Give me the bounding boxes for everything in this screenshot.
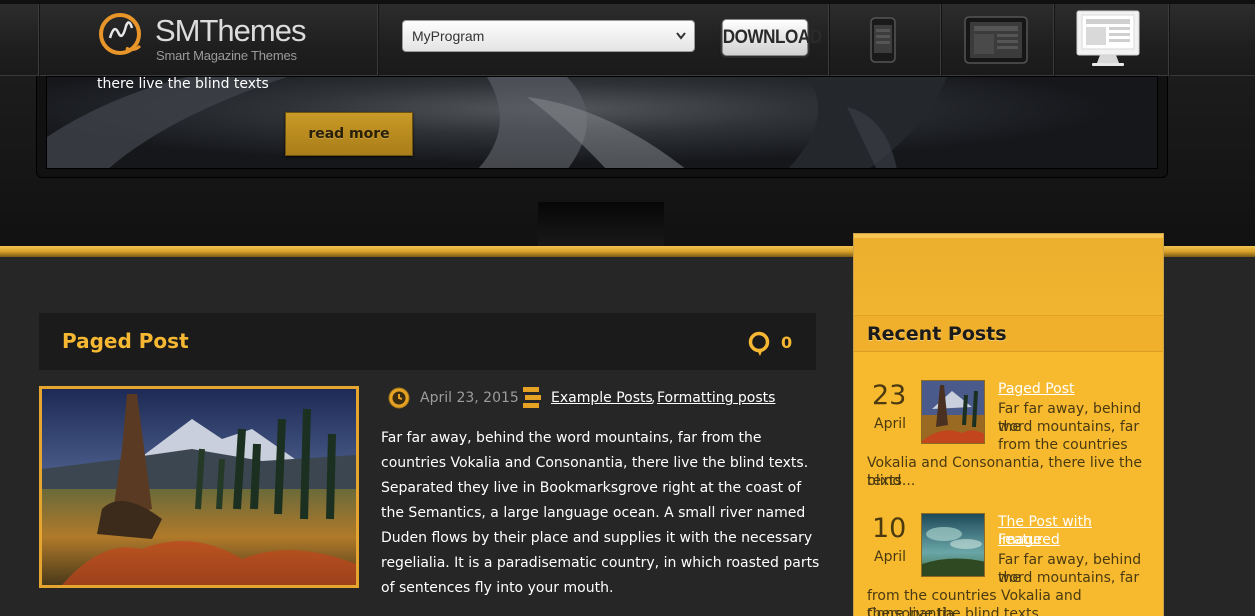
hero-slider: there live the blind texts read more	[0, 76, 1255, 248]
recent-post-excerpt-line: from the countries	[998, 437, 1128, 453]
download-button[interactable]: DOWNLOAD	[721, 19, 822, 56]
category-link-formatting-posts[interactable]: Formatting posts	[657, 390, 775, 406]
program-select[interactable]: MyProgram	[402, 20, 695, 52]
read-more-button[interactable]: read more	[285, 112, 413, 156]
header-top-rule	[0, 0, 1255, 4]
recent-post-title[interactable]: Paged Post	[998, 380, 1158, 398]
post-header: Paged Post 0	[39, 313, 816, 370]
header-divider	[1168, 4, 1169, 76]
hero-monitor-stand	[538, 202, 664, 248]
header-divider	[828, 4, 829, 76]
recent-post-thumbnail[interactable]	[921, 380, 985, 444]
comment-bubble-icon[interactable]	[748, 331, 772, 357]
site-logo[interactable]: SMThemes Smart Magazine Themes	[98, 12, 308, 68]
category-stack-icon	[523, 387, 541, 408]
logo-tagline: Smart Magazine Themes	[156, 48, 297, 63]
landscape-image	[42, 389, 356, 585]
phone-preview-icon[interactable]	[870, 17, 896, 63]
clock-icon	[388, 387, 410, 409]
recent-post-month: April	[874, 416, 906, 432]
recent-post-excerpt-line: word mountains, far	[998, 570, 1140, 586]
post-date: April 23, 2015	[420, 390, 519, 406]
logo-name: SMThemes	[155, 13, 306, 48]
program-select-value: MyProgram	[412, 28, 485, 44]
logo-swirl-icon	[99, 13, 142, 55]
sidebar-top-tab	[854, 234, 1163, 316]
widget-title-bar: Recent Posts	[854, 316, 1163, 352]
recent-post-excerpt-line: word mountains, far	[998, 419, 1140, 435]
recent-post-excerpt-line: there live the blind texts...	[867, 606, 1053, 616]
category-separator: ,	[651, 390, 656, 406]
recent-post-day: 23	[872, 380, 907, 411]
sidebar: Recent Posts 23 April Paged Post Far far…	[853, 233, 1164, 616]
recent-post-thumbnail[interactable]	[921, 513, 985, 577]
category-link-example-posts[interactable]: Example Posts	[551, 390, 653, 406]
post-featured-image[interactable]	[39, 386, 359, 588]
comment-count[interactable]: 0	[781, 333, 792, 352]
hero-caption: there live the blind texts	[97, 76, 269, 92]
header-divider	[1053, 4, 1054, 76]
landscape-thumb-image	[922, 381, 984, 443]
header-divider	[940, 4, 941, 76]
top-header-bar: SMThemes Smart Magazine Themes MyProgram…	[0, 0, 1255, 76]
post-title[interactable]: Paged Post	[62, 329, 189, 353]
tablet-preview-icon[interactable]	[964, 16, 1028, 64]
header-divider	[38, 4, 39, 76]
recent-post-excerpt-line: texts...	[867, 473, 916, 489]
recent-post-day: 10	[872, 513, 907, 544]
sky-thumb-image	[922, 514, 984, 576]
desktop-preview-icon[interactable]	[1076, 10, 1140, 68]
recent-post-title-line2[interactable]: Image	[998, 531, 1158, 549]
recent-post-month: April	[874, 549, 906, 565]
widget-title: Recent Posts	[867, 323, 1007, 345]
chevron-down-icon	[676, 32, 686, 40]
post-excerpt: Far far away, behind the word mountains,…	[381, 430, 820, 596]
header-divider	[377, 4, 378, 76]
